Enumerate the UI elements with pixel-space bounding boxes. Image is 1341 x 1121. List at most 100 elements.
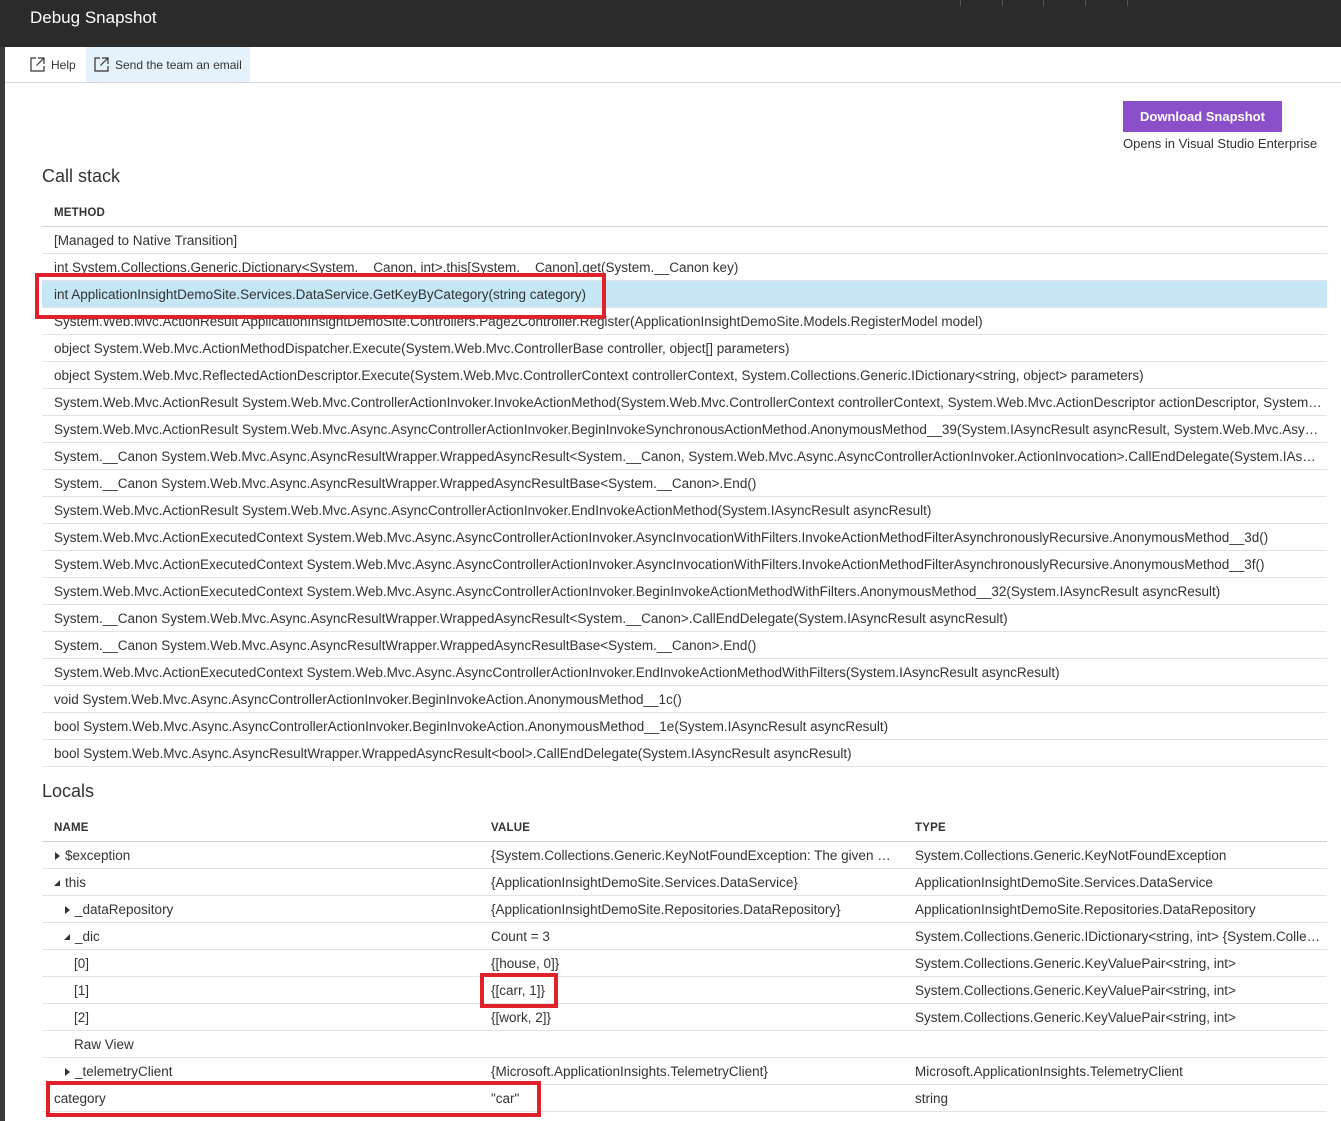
external-link-icon bbox=[30, 57, 45, 72]
callstack-row[interactable]: System.__Canon System.Web.Mvc.Async.Asyn… bbox=[42, 443, 1327, 470]
download-subtitle: Opens in Visual Studio Enterprise bbox=[1123, 136, 1318, 151]
locals-row[interactable]: _dataRepository {ApplicationInsightDemoSi… bbox=[42, 896, 1327, 923]
locals-value: {ApplicationInsightDemoSite.Services.Dat… bbox=[491, 875, 798, 890]
locals-name: _dic bbox=[75, 929, 100, 944]
locals-name: [1] bbox=[74, 983, 90, 998]
callstack-method: System.__Canon System.Web.Mvc.Async.Asyn… bbox=[54, 449, 1322, 464]
callstack-row[interactable]: System.Web.Mvc.ActionExecutedContext Sys… bbox=[42, 551, 1327, 578]
highlight-box-selected-frame bbox=[35, 273, 606, 319]
locals-name-cell: _dataRepository bbox=[64, 902, 472, 917]
locals-name: this bbox=[65, 875, 87, 890]
callstack-row[interactable]: System.Web.Mvc.ActionExecutedContext Sys… bbox=[42, 659, 1327, 686]
toolbar: Help Send the team an email bbox=[5, 47, 1341, 83]
callstack-method: void System.Web.Mvc.Async.AsyncControlle… bbox=[54, 692, 682, 707]
highlight-box-category bbox=[46, 1081, 541, 1117]
callstack-row[interactable]: System.__Canon System.Web.Mvc.Async.Asyn… bbox=[42, 470, 1327, 497]
locals-name: _dataRepository bbox=[75, 902, 174, 917]
collapse-triangle-icon[interactable] bbox=[64, 932, 72, 942]
locals-row[interactable]: [2] {[work, 2]} System.Collections.Generic… bbox=[42, 1004, 1327, 1031]
locals-name-cell: [2] bbox=[74, 1010, 472, 1025]
callstack-row[interactable]: void System.Web.Mvc.Async.AsyncControlle… bbox=[42, 686, 1327, 713]
help-button[interactable]: Help bbox=[22, 47, 84, 82]
callstack-row[interactable]: System.Web.Mvc.ActionExecutedContext Sys… bbox=[42, 578, 1327, 605]
callstack-row[interactable]: bool System.Web.Mvc.Async.AsyncResultWra… bbox=[42, 740, 1327, 767]
expand-triangle-icon[interactable] bbox=[64, 905, 72, 915]
callstack-method: object System.Web.Mvc.ActionMethodDispat… bbox=[54, 341, 790, 356]
locals-value: {ApplicationInsightDemoSite.Repositories… bbox=[491, 902, 841, 917]
highlight-box-dict-entry bbox=[480, 973, 558, 1008]
locals-row[interactable]: _dic Count = 3 System.Collections.Generic.… bbox=[42, 923, 1327, 950]
callstack-row[interactable]: System.Web.Mvc.ActionResult System.Web.M… bbox=[42, 497, 1327, 524]
locals-name: [0] bbox=[74, 956, 90, 971]
callstack-row[interactable]: object System.Web.Mvc.ReflectedActionDes… bbox=[42, 362, 1327, 389]
title-bar: Debug Snapshot bbox=[0, 0, 1341, 47]
locals-row[interactable]: [0] {[house, 0]} System.Collections.Generi… bbox=[42, 950, 1327, 977]
send-email-button[interactable]: Send the team an email bbox=[86, 47, 250, 82]
titlebar-divider bbox=[960, 0, 961, 6]
titlebar-divider bbox=[1127, 0, 1128, 6]
callstack-method-header: METHOD bbox=[54, 207, 106, 219]
locals-value: Count = 3 bbox=[491, 929, 550, 944]
callstack-method: [Managed to Native Transition] bbox=[54, 233, 238, 248]
locals-name: [2] bbox=[74, 1010, 90, 1025]
callstack-method: System.__Canon System.Web.Mvc.Async.Asyn… bbox=[54, 611, 1008, 626]
titlebar-divider bbox=[1002, 0, 1003, 6]
locals-type-header: TYPE bbox=[915, 822, 946, 834]
locals-name-cell: [1] bbox=[74, 983, 472, 998]
callstack-row[interactable]: System.Web.Mvc.ActionResult System.Web.M… bbox=[42, 416, 1327, 443]
titlebar-divider bbox=[1043, 0, 1044, 6]
download-snapshot-button[interactable]: Download Snapshot bbox=[1123, 101, 1282, 132]
help-label: Help bbox=[51, 57, 76, 72]
locals-row[interactable]: this {ApplicationInsightDemoSite.Services… bbox=[42, 869, 1327, 896]
locals-type: System.Collections.Generic.KeyValuePair<… bbox=[915, 1010, 1236, 1025]
callstack-method: bool System.Web.Mvc.Async.AsyncResultWra… bbox=[54, 746, 852, 761]
callstack-row[interactable]: System.__Canon System.Web.Mvc.Async.Asyn… bbox=[42, 632, 1327, 659]
locals-name-cell: Raw View bbox=[74, 1037, 472, 1052]
callstack-row[interactable]: object System.Web.Mvc.ActionMethodDispat… bbox=[42, 335, 1327, 362]
callstack-method: System.__Canon System.Web.Mvc.Async.Asyn… bbox=[54, 476, 757, 491]
callstack-method: bool System.Web.Mvc.Async.AsyncControlle… bbox=[54, 719, 889, 734]
callstack-method: System.Web.Mvc.ActionResult System.Web.M… bbox=[54, 503, 932, 518]
locals-type: System.Collections.Generic.KeyNotFoundEx… bbox=[915, 848, 1227, 863]
callstack-row[interactable]: System.Web.Mvc.ActionResult System.Web.M… bbox=[42, 389, 1327, 416]
window-title: Debug Snapshot bbox=[30, 8, 157, 27]
callstack-title: Call stack bbox=[42, 166, 121, 186]
callstack-row[interactable]: System.__Canon System.Web.Mvc.Async.Asyn… bbox=[42, 605, 1327, 632]
collapse-triangle-icon[interactable] bbox=[54, 878, 62, 888]
expand-triangle-icon[interactable] bbox=[64, 1067, 72, 1077]
locals-row[interactable]: [1] {[carr, 1]} System.Collections.Generic… bbox=[42, 977, 1327, 1004]
locals-value: {[house, 0]} bbox=[491, 956, 560, 971]
callstack-method: object System.Web.Mvc.ReflectedActionDes… bbox=[54, 368, 1144, 383]
send-email-label: Send the team an email bbox=[115, 57, 242, 72]
locals-name: _telemetryClient bbox=[75, 1064, 173, 1079]
locals-name-cell: [0] bbox=[74, 956, 472, 971]
locals-value: "car" bbox=[491, 1091, 520, 1106]
callstack-method: System.Web.Mvc.ActionExecutedContext Sys… bbox=[54, 557, 1265, 572]
callstack-method: System.__Canon System.Web.Mvc.Async.Asyn… bbox=[54, 638, 757, 653]
left-rail bbox=[0, 0, 5, 1121]
callstack-row[interactable]: bool System.Web.Mvc.Async.AsyncControlle… bbox=[42, 713, 1327, 740]
expand-triangle-icon[interactable] bbox=[54, 851, 62, 861]
locals-type: string bbox=[915, 1091, 949, 1106]
callstack-method: System.Web.Mvc.ActionResult System.Web.M… bbox=[54, 422, 1322, 437]
locals-name-cell: _telemetryClient bbox=[64, 1064, 472, 1079]
callstack-row[interactable]: System.Web.Mvc.ActionExecutedContext Sys… bbox=[42, 524, 1327, 551]
locals-type: ApplicationInsightDemoSite.Repositories.… bbox=[915, 902, 1256, 917]
locals-value: {System.Collections.Generic.KeyNotFoundE… bbox=[491, 848, 891, 863]
callstack-method: System.Web.Mvc.ActionExecutedContext Sys… bbox=[54, 530, 1269, 545]
locals-name-cell: _dic bbox=[64, 929, 472, 944]
locals-row[interactable]: $exception {System.Collections.Generic.Ke… bbox=[42, 842, 1327, 869]
locals-type: System.Collections.Generic.KeyValuePair<… bbox=[915, 983, 1236, 998]
callstack-row[interactable]: [Managed to Native Transition] bbox=[42, 227, 1327, 254]
locals-row[interactable]: Raw View bbox=[42, 1031, 1327, 1058]
locals-type: ApplicationInsightDemoSite.Services.Data… bbox=[915, 875, 1213, 890]
external-link-icon bbox=[94, 57, 109, 72]
locals-value: {[work, 2]} bbox=[491, 1010, 552, 1025]
locals-value-header: VALUE bbox=[491, 822, 531, 834]
locals-type: System.Collections.Generic.KeyValuePair<… bbox=[915, 956, 1236, 971]
titlebar-divider bbox=[1085, 0, 1086, 6]
locals-title: Locals bbox=[42, 781, 95, 801]
locals-type: System.Collections.Generic.IDictionary<s… bbox=[915, 929, 1323, 944]
locals-name: $exception bbox=[65, 848, 131, 863]
locals-name-cell: this bbox=[54, 875, 472, 890]
